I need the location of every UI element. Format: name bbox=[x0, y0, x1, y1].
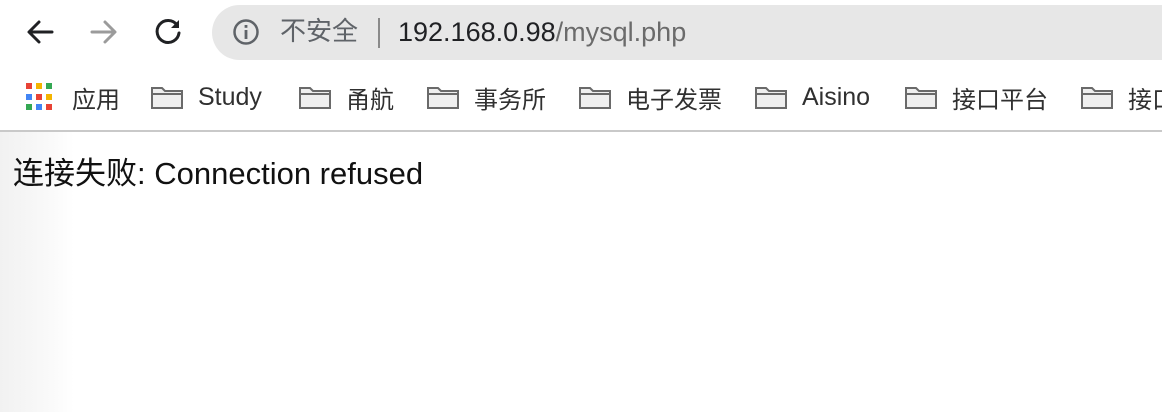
address-separator bbox=[378, 18, 380, 48]
bookmark-label: Study bbox=[198, 82, 262, 111]
bookmark-folder-study[interactable]: Study bbox=[150, 80, 262, 114]
bookmarks-bar: 应用 Study 甬航 事务所 电子发票 Aisino 接口平台 接 bbox=[0, 66, 1162, 130]
folder-icon bbox=[755, 87, 787, 109]
page-content: 连接失败: Connection refused bbox=[0, 132, 1162, 412]
folder-icon bbox=[427, 87, 459, 109]
bookmark-label-apps: 应用 bbox=[72, 85, 120, 114]
info-icon[interactable] bbox=[232, 18, 260, 46]
bookmark-folder-api-platform[interactable]: 接口平台 bbox=[904, 80, 1048, 114]
folder-icon bbox=[579, 87, 611, 109]
back-button[interactable] bbox=[20, 12, 60, 52]
bookmark-folder-einvoice[interactable]: 电子发票 bbox=[578, 80, 722, 114]
bookmark-folder-firm[interactable]: 事务所 bbox=[426, 80, 546, 114]
folder-icon bbox=[299, 87, 331, 109]
folder-icon bbox=[905, 87, 937, 109]
url-host: 192.168.0.98 bbox=[398, 17, 556, 47]
security-label[interactable]: 不安全 bbox=[280, 17, 358, 47]
folder-icon bbox=[1081, 87, 1113, 109]
browser-chrome: 不安全 192.168.0.98/mysql.php 应用 Study 甬航 事… bbox=[0, 0, 1162, 132]
error-message: 连接失败: Connection refused bbox=[13, 156, 424, 191]
bookmark-folder-aisino[interactable]: Aisino bbox=[754, 80, 870, 114]
folder-icon bbox=[151, 87, 183, 109]
address-bar[interactable]: 不安全 192.168.0.98/mysql.php bbox=[212, 5, 1162, 60]
url-text[interactable]: 192.168.0.98/mysql.php bbox=[398, 17, 686, 47]
bookmark-label: 事务所 bbox=[474, 85, 546, 114]
bookmark-label: Aisino bbox=[802, 82, 871, 111]
url-path: /mysql.php bbox=[555, 17, 687, 47]
toolbar: 不安全 192.168.0.98/mysql.php bbox=[0, 0, 1162, 66]
apps-grid-icon bbox=[26, 83, 54, 111]
bookmark-label: 甬航 bbox=[346, 85, 394, 114]
bookmark-label: 接口 bbox=[1128, 85, 1162, 114]
bookmark-label: 接口平台 bbox=[952, 85, 1048, 114]
bookmark-folder-api[interactable]: 接口 bbox=[1080, 80, 1162, 114]
forward-button[interactable] bbox=[84, 12, 124, 52]
reload-button[interactable] bbox=[148, 12, 188, 52]
bookmark-label: 电子发票 bbox=[626, 85, 722, 114]
reload-icon bbox=[155, 18, 181, 44]
bookmark-apps[interactable]: 应用 bbox=[26, 80, 120, 114]
arrow-right-icon bbox=[90, 20, 117, 44]
bookmark-folder-yonghang[interactable]: 甬航 bbox=[298, 80, 394, 114]
arrow-left-icon bbox=[27, 20, 54, 44]
